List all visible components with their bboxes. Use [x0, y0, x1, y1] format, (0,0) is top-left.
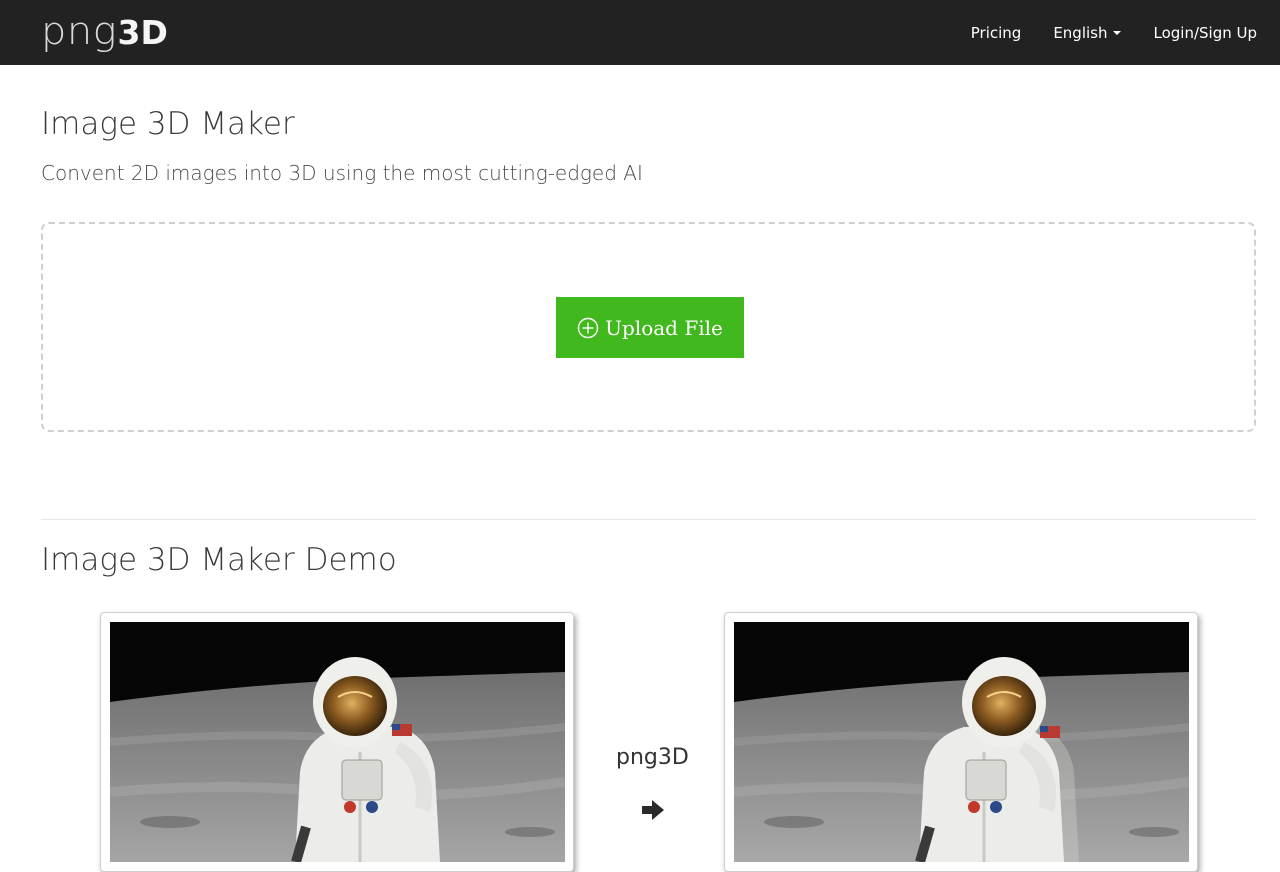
nav-pricing-link[interactable]: Pricing	[955, 0, 1038, 65]
caret-down-icon	[1113, 30, 1122, 35]
nav-login-link[interactable]: Login/Sign Up	[1137, 0, 1280, 65]
demo-input-image-frame	[100, 612, 574, 872]
demo-title: Image 3D Maker Demo	[41, 542, 397, 578]
png3d-arrow-label: png3D	[616, 745, 689, 770]
upload-file-button[interactable]: Upload File	[556, 297, 744, 358]
section-divider	[41, 519, 1256, 520]
png3d-logo[interactable]: png 3D	[41, 9, 168, 53]
language-label: English	[1053, 23, 1108, 42]
plus-circle-icon	[577, 317, 599, 338]
arrow-right-icon	[642, 800, 664, 820]
file-dropzone[interactable]: Upload File	[41, 222, 1256, 432]
demo-output-image	[734, 622, 1189, 862]
demo-output-image-frame	[724, 612, 1198, 872]
page-title: Image 3D Maker	[41, 106, 295, 142]
top-navbar: png 3D Pricing English Login/Sign Up	[0, 0, 1280, 65]
nav-links: Pricing English Login/Sign Up	[955, 0, 1280, 65]
logo-text-light: png	[41, 9, 118, 53]
nav-language-dropdown[interactable]: English	[1037, 0, 1137, 65]
logo-text-bold: 3D	[117, 13, 168, 52]
upload-file-label: Upload File	[605, 315, 723, 340]
demo-input-image	[110, 622, 565, 862]
page-subtitle: Convent 2D images into 3D using the most…	[41, 161, 643, 185]
